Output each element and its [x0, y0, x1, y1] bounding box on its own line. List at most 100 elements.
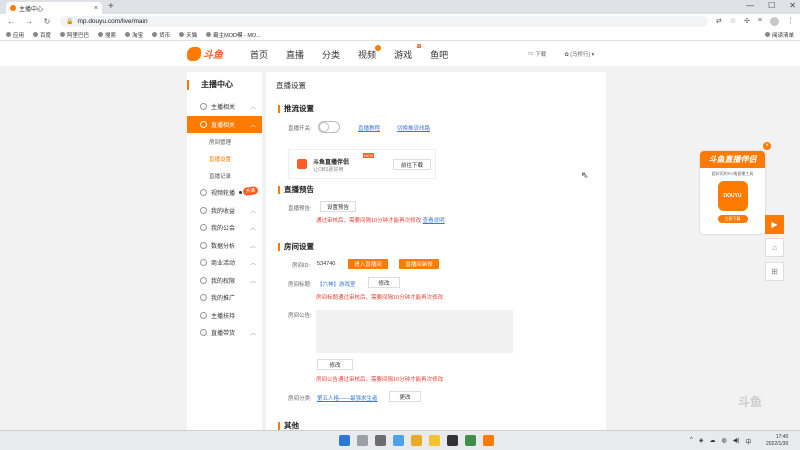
sidebar-item-anchor[interactable]: 主播相关 ︿	[187, 98, 262, 116]
tmall-icon	[179, 32, 185, 37]
room-id-label: 房间ID:	[292, 263, 311, 269]
bookmarks-bar: 应用 百度 阿里巴巴 搜索 淘宝 货币 天猫 霸主MOD模 - MO... 阅读…	[0, 29, 800, 41]
address-bar[interactable]: 🔒 mp.douyu.com/live/main	[60, 16, 708, 27]
search-icon[interactable]	[357, 435, 368, 446]
douyu-logo[interactable]: 斗鱼	[187, 45, 233, 62]
app-icon[interactable]	[465, 435, 476, 446]
edit-notice-button[interactable]: 修改	[317, 359, 353, 370]
douyu-favicon-icon	[10, 5, 16, 11]
float-home-button[interactable]: ⌂	[765, 238, 784, 257]
download-link[interactable]: ▭ 下载	[528, 50, 546, 58]
change-category-button[interactable]: 更改	[389, 391, 421, 402]
room-notice-textarea[interactable]	[316, 310, 513, 353]
translate-icon[interactable]: ⇄	[716, 17, 722, 26]
chrome-icon[interactable]	[411, 435, 422, 446]
cloud-icon[interactable]: ☁	[709, 437, 715, 446]
mod-icon	[206, 32, 212, 37]
back-icon[interactable]: ←	[6, 17, 16, 26]
bookmark-baidu[interactable]: 百度	[33, 31, 51, 39]
reading-list[interactable]: 阅读清单	[764, 31, 794, 39]
ad-close-icon[interactable]: ×	[763, 142, 771, 150]
room-category-value[interactable]: 第五人格——最强求生者	[317, 394, 378, 402]
menu-icon[interactable]: ⋮	[787, 17, 794, 26]
float-app-button[interactable]: ⊞	[765, 262, 784, 281]
bookmark-mod[interactable]: 霸主MOD模 - MO...	[206, 31, 261, 39]
reload-icon[interactable]: ↻	[42, 17, 52, 26]
sidebar-item-goods[interactable]: 直播带货 ︿	[187, 324, 262, 342]
ime-icon[interactable]: 中	[745, 437, 751, 446]
sidebar-list: 主播相关 ︿ 直播相关 ︿ 房间管理 直播设置 直播记录 视频轮播 开通 我的收…	[187, 98, 262, 342]
media-icon[interactable]: ≡	[758, 17, 762, 26]
task-view-icon[interactable]	[375, 435, 386, 446]
system-tray: ^ ◈ ☁ ◍ ◀) 中	[690, 437, 751, 446]
extensions-icon[interactable]: ✣	[744, 17, 750, 26]
sidebar-item-business[interactable]: 商业活动 ︿	[187, 254, 262, 272]
sidebar-item-guild[interactable]: 我的公会 ︿	[187, 219, 262, 237]
sidebar-sub-live-settings[interactable]: 直播设置	[187, 150, 262, 167]
rights-icon	[200, 276, 207, 284]
companion-ad[interactable]: 斗鱼直播伴侣 超好用的PC端直播工具 DOUYU 立即下载	[700, 151, 765, 234]
ad-download-button[interactable]: 立即下载	[717, 215, 748, 223]
file-explorer-icon[interactable]	[429, 435, 440, 446]
minimize-icon[interactable]: —	[746, 1, 754, 10]
taskbar-clock[interactable]: 17:40 2022/1/30	[766, 434, 788, 448]
bookmark-alibaba[interactable]: 阿里巴巴	[60, 31, 89, 39]
browser-tab[interactable]: 主播中心 ×	[6, 2, 102, 14]
nav-category[interactable]: 分类	[322, 48, 340, 61]
maximize-icon[interactable]: ☐	[768, 1, 775, 10]
sidebar-item-rights[interactable]: 我的权限 ︿	[187, 272, 262, 290]
edit-title-button[interactable]: 修改	[368, 277, 400, 288]
bookmark-taobao[interactable]: 淘宝	[125, 31, 143, 39]
page-title: 直播设置	[276, 81, 306, 90]
decorate-room-button[interactable]: 直播间装修	[399, 259, 439, 269]
sidebar-item-data[interactable]: 数据分析 ︿	[187, 237, 262, 255]
switch-line-link[interactable]: 切换推流线路	[397, 124, 430, 132]
sidebar-item-live[interactable]: 直播相关 ︿	[187, 115, 262, 133]
user-menu[interactable]: ✿ [马桥行] ▾	[564, 50, 594, 58]
sidebar-item-support[interactable]: 主播扶持	[187, 307, 262, 325]
nav-video[interactable]: 视频	[358, 45, 382, 61]
nav-fishbar[interactable]: 鱼吧	[430, 48, 448, 61]
nav-game[interactable]: 游戏 N	[394, 44, 422, 61]
toggle-knob	[320, 123, 328, 131]
game-app-icon[interactable]	[447, 435, 458, 446]
forward-icon[interactable]: →	[24, 17, 34, 26]
douyu-app-icon[interactable]	[483, 435, 494, 446]
live-icon	[200, 120, 207, 128]
network-icon[interactable]: ◍	[721, 437, 726, 446]
enter-room-button[interactable]: 进入直播间	[348, 259, 388, 269]
sidebar-item-promo[interactable]: 我的推广	[187, 289, 262, 307]
logo-text: 斗鱼	[203, 50, 223, 61]
video-badge-icon	[375, 45, 382, 51]
reading-list-icon	[764, 32, 770, 37]
nav-live[interactable]: 直播	[286, 48, 304, 61]
bookmark-apps[interactable]: 应用	[6, 31, 24, 39]
sidebar-item-income[interactable]: 我的收益 ︿	[187, 202, 262, 220]
float-play-button[interactable]: ▶	[765, 215, 784, 234]
sidebar-sub-live-records[interactable]: 直播记录	[187, 167, 262, 184]
profile-avatar[interactable]	[770, 17, 779, 26]
download-companion-button[interactable]: 前往下载	[393, 159, 431, 170]
chevron-up-icon[interactable]: ^	[690, 437, 693, 446]
set-preview-button[interactable]: 设置预告	[320, 201, 356, 212]
bookmark-currency[interactable]: 货币	[152, 31, 170, 39]
sidebar-item-video[interactable]: 视频轮播 开通	[187, 184, 262, 202]
shield-icon[interactable]: ◈	[699, 437, 704, 446]
tab-title: 主播中心	[19, 6, 44, 13]
bookmark-search[interactable]: 搜索	[98, 31, 116, 39]
sidebar-sub-room-manage[interactable]: 房间管理	[187, 133, 262, 150]
clock-time: 17:40	[775, 434, 789, 440]
volume-icon[interactable]: ◀)	[733, 437, 740, 446]
widgets-icon[interactable]	[393, 435, 404, 446]
tutorial-link[interactable]: 直播教程	[358, 124, 380, 132]
nav-home[interactable]: 首页	[250, 48, 268, 61]
new-tab-icon[interactable]: +	[108, 1, 114, 12]
close-window-icon[interactable]: ✕	[789, 1, 796, 10]
url-text: mp.douyu.com/live/main	[77, 18, 148, 25]
bookmark-tmall[interactable]: 天猫	[179, 31, 197, 39]
live-switch-toggle[interactable]	[318, 121, 340, 133]
star-icon[interactable]: ☆	[730, 17, 736, 26]
view-explanation-link[interactable]: 查看说明	[423, 218, 445, 224]
start-icon[interactable]	[339, 435, 350, 446]
close-tab-icon[interactable]: ×	[94, 5, 98, 12]
